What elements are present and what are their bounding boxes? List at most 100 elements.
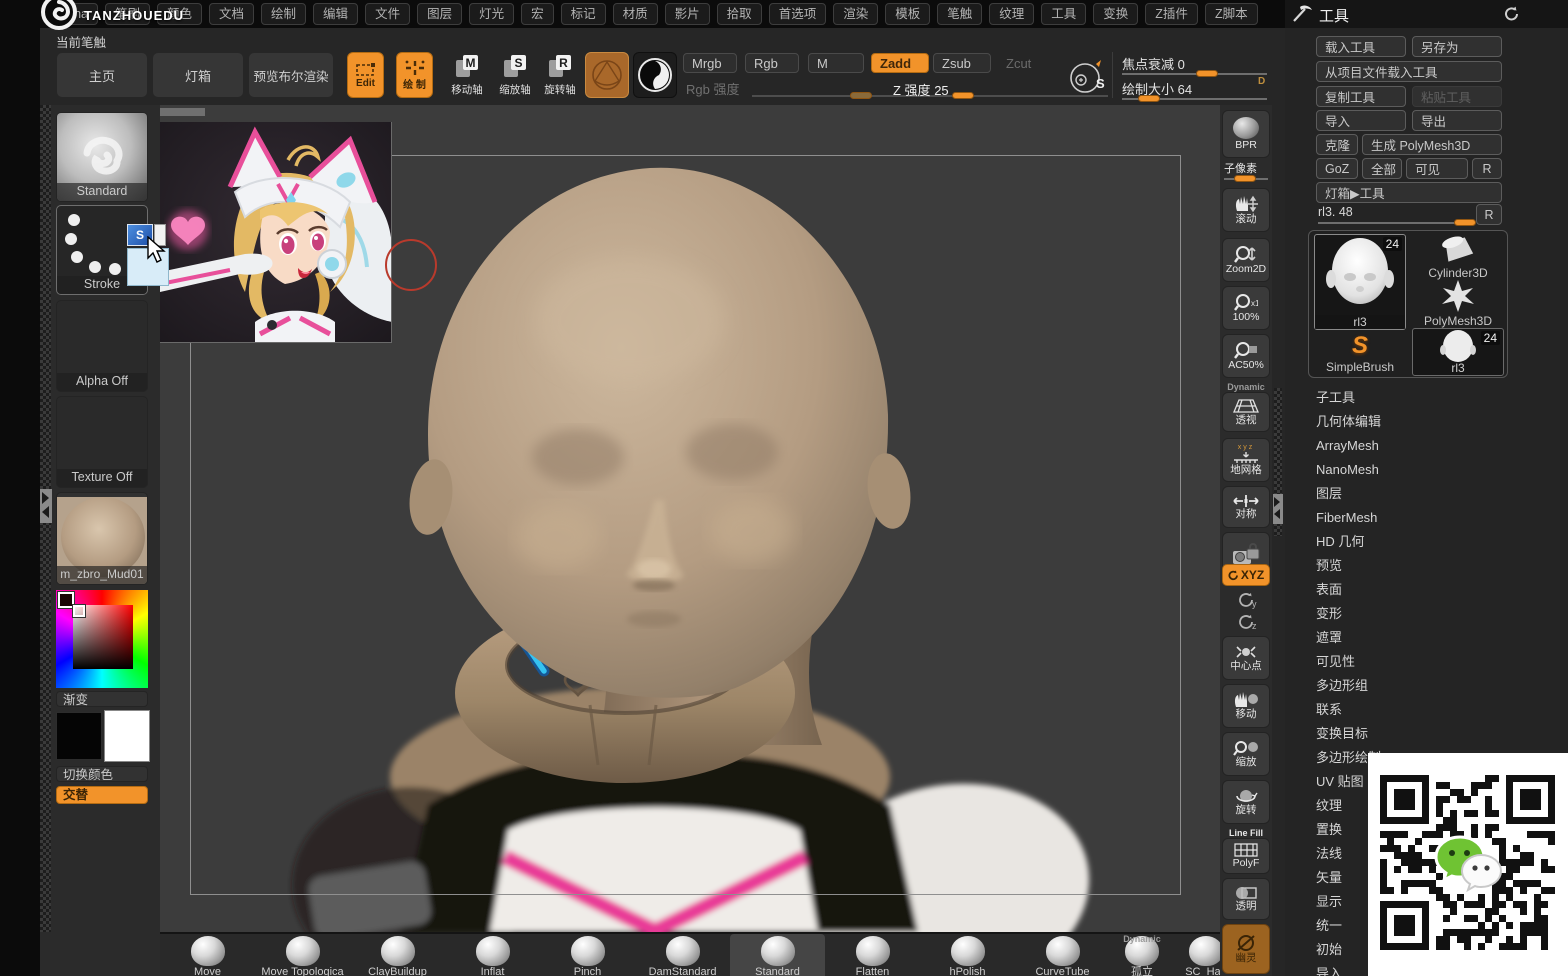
polymesh3d-tool[interactable]: PolyMesh3D bbox=[1412, 280, 1504, 328]
menu-item[interactable]: 首选项 bbox=[768, 3, 827, 25]
reference-image[interactable] bbox=[160, 122, 392, 343]
material-button[interactable]: m_zbro_Mud01 bbox=[56, 492, 148, 585]
tool-section-item[interactable]: HD 几何 bbox=[1316, 530, 1516, 554]
active-tool-slider[interactable] bbox=[1318, 222, 1468, 224]
brush-slot[interactable]: Flatten bbox=[825, 934, 920, 976]
menu-item[interactable]: 笔触 bbox=[937, 3, 983, 25]
canvas-scroll-tab[interactable] bbox=[160, 108, 205, 116]
menu-item[interactable]: 纹理 bbox=[989, 3, 1035, 25]
active-tool-thumb[interactable]: 24 rl3 bbox=[1314, 234, 1406, 330]
edit-button[interactable]: Edit bbox=[347, 52, 384, 98]
rotate-z-icon[interactable]: z bbox=[1236, 612, 1258, 632]
symmetry-button[interactable]: 对称 bbox=[1222, 486, 1270, 528]
alternate-button[interactable]: 交替 bbox=[56, 786, 148, 804]
copy-tool-button[interactable]: 复制工具 bbox=[1316, 86, 1406, 107]
perspective-button[interactable]: 透视 bbox=[1222, 392, 1270, 432]
menu-item[interactable]: 图层 bbox=[417, 3, 463, 25]
recent-tool-thumb[interactable]: 24 rl3 bbox=[1412, 328, 1504, 376]
goz-visible-button[interactable]: 可见 bbox=[1406, 158, 1468, 179]
color-picker[interactable] bbox=[56, 590, 148, 688]
menu-item[interactable]: 宏 bbox=[521, 3, 554, 25]
menu-item[interactable]: 渲染 bbox=[833, 3, 879, 25]
import-button[interactable]: 导入 bbox=[1316, 110, 1406, 131]
menu-item[interactable]: Z脚本 bbox=[1204, 3, 1258, 25]
move-axis-button[interactable]: M 移动轴 bbox=[447, 54, 487, 100]
brush-slot[interactable]: Inflat bbox=[445, 934, 540, 976]
clone-button[interactable]: 克隆 bbox=[1316, 134, 1358, 155]
scale-axis-button[interactable]: S 缩放轴 bbox=[495, 54, 535, 100]
tool-section-item[interactable]: 预览 bbox=[1316, 554, 1516, 578]
menu-item[interactable]: Z插件 bbox=[1145, 3, 1198, 25]
tool-section-item[interactable]: 变换目标 bbox=[1316, 722, 1516, 746]
tool-section-item[interactable]: 表面 bbox=[1316, 578, 1516, 602]
primary-color-swatch[interactable] bbox=[56, 712, 102, 760]
scroll-canvas-button[interactable]: 滚动 bbox=[1222, 188, 1270, 232]
floor-grid-button[interactable]: xyz 地网格 bbox=[1222, 438, 1270, 482]
alpha-button[interactable]: Alpha Off bbox=[56, 300, 148, 392]
m-toggle[interactable]: M bbox=[808, 53, 864, 73]
tool-section-item[interactable]: 变形 bbox=[1316, 602, 1516, 626]
make-polymesh3d-button[interactable]: 生成 PolyMesh3D bbox=[1362, 134, 1502, 155]
tool-section-item[interactable]: NanoMesh bbox=[1316, 458, 1516, 482]
left-divider-handle[interactable] bbox=[40, 489, 52, 523]
polyframe-button[interactable]: PolyF bbox=[1222, 838, 1270, 874]
z-intensity-knob[interactable] bbox=[952, 92, 974, 99]
material-picker-button[interactable] bbox=[633, 52, 677, 98]
export-button[interactable]: 导出 bbox=[1412, 110, 1502, 131]
save-as-button[interactable]: 另存为 bbox=[1412, 36, 1502, 57]
actual-size-button[interactable]: x1 100% bbox=[1222, 286, 1270, 330]
goz-button[interactable]: GoZ bbox=[1316, 158, 1358, 179]
menu-item[interactable]: 文件 bbox=[365, 3, 411, 25]
brush-slot[interactable]: Move bbox=[160, 934, 255, 976]
paste-tool-button[interactable]: 粘贴工具 bbox=[1412, 86, 1502, 107]
brush-slot[interactable]: CurveTube bbox=[1015, 934, 1110, 976]
tool-section-item[interactable]: 图层 bbox=[1316, 482, 1516, 506]
brush-slot[interactable]: ClayBuildup bbox=[350, 934, 445, 976]
menu-item[interactable]: 模板 bbox=[885, 3, 931, 25]
load-from-project-button[interactable]: 从项目文件载入工具 bbox=[1316, 61, 1502, 82]
rotate-axis-button[interactable]: R 旋转轴 bbox=[540, 54, 580, 100]
hue-cursor[interactable] bbox=[57, 591, 75, 609]
current-brush-button[interactable]: Standard bbox=[56, 112, 148, 202]
rotate-y-icon[interactable]: y bbox=[1236, 590, 1258, 610]
brush-slot[interactable]: DamStandard bbox=[635, 934, 730, 976]
menu-item[interactable]: 灯光 bbox=[469, 3, 515, 25]
menu-item[interactable]: 标记 bbox=[560, 3, 606, 25]
draw-button[interactable]: 绘 制 bbox=[396, 52, 433, 98]
transparent-button[interactable]: 透明 bbox=[1222, 878, 1270, 920]
rgb-toggle[interactable]: Rgb bbox=[745, 53, 799, 73]
focal-shift-slider[interactable] bbox=[1122, 73, 1267, 75]
frame-center-button[interactable]: 中心点 bbox=[1222, 636, 1270, 680]
brush-slot[interactable]: Move Topologica bbox=[255, 934, 350, 976]
goz-all-button[interactable]: 全部 bbox=[1362, 158, 1402, 179]
rgb-intensity-knob[interactable] bbox=[850, 92, 872, 99]
tool-section-item[interactable]: FiberMesh bbox=[1316, 506, 1516, 530]
lightbox-tool-button[interactable]: 灯箱▶工具 bbox=[1316, 182, 1502, 203]
scale-view-button[interactable]: 缩放 bbox=[1222, 732, 1270, 776]
menu-item[interactable]: 编辑 bbox=[313, 3, 359, 25]
tool-section-item[interactable]: 可见性 bbox=[1316, 650, 1516, 674]
secondary-color-swatch[interactable] bbox=[104, 710, 150, 762]
simplebrush-tool[interactable]: S SimpleBrush bbox=[1314, 334, 1406, 376]
brush-slot[interactable]: Dynamic 孤立 bbox=[1110, 934, 1174, 976]
zcut-toggle[interactable]: Zcut bbox=[997, 53, 1037, 73]
switch-color-button[interactable]: 切换颜色 bbox=[56, 766, 148, 782]
subpixel-knob[interactable] bbox=[1234, 175, 1256, 182]
brush-slot[interactable]: Standard bbox=[730, 934, 825, 976]
move-view-button[interactable]: 移动 bbox=[1222, 684, 1270, 728]
menu-item[interactable]: 文档 bbox=[209, 3, 255, 25]
tool-section-item[interactable]: 多边形组 bbox=[1316, 674, 1516, 698]
tool-section-item[interactable]: 子工具 bbox=[1316, 386, 1516, 410]
focal-shift-knob[interactable] bbox=[1196, 70, 1218, 77]
rotate-view-button[interactable]: 旋转 bbox=[1222, 780, 1270, 824]
preview-boolean-render-button[interactable]: 预览布尔渲染 bbox=[248, 52, 334, 98]
menu-item[interactable]: 绘制 bbox=[261, 3, 307, 25]
tool-section-item[interactable]: 几何体编辑 bbox=[1316, 410, 1516, 434]
brush-slot[interactable]: hPolish bbox=[920, 934, 1015, 976]
tool-section-item[interactable]: 联系 bbox=[1316, 698, 1516, 722]
draw-size-knob[interactable] bbox=[1138, 95, 1160, 102]
lightbox-button[interactable]: 灯箱 bbox=[152, 52, 244, 98]
antialiased-half-button[interactable]: AC50% bbox=[1222, 334, 1270, 378]
home-button[interactable]: 主页 bbox=[56, 52, 148, 98]
zadd-toggle[interactable]: Zadd bbox=[871, 53, 929, 73]
